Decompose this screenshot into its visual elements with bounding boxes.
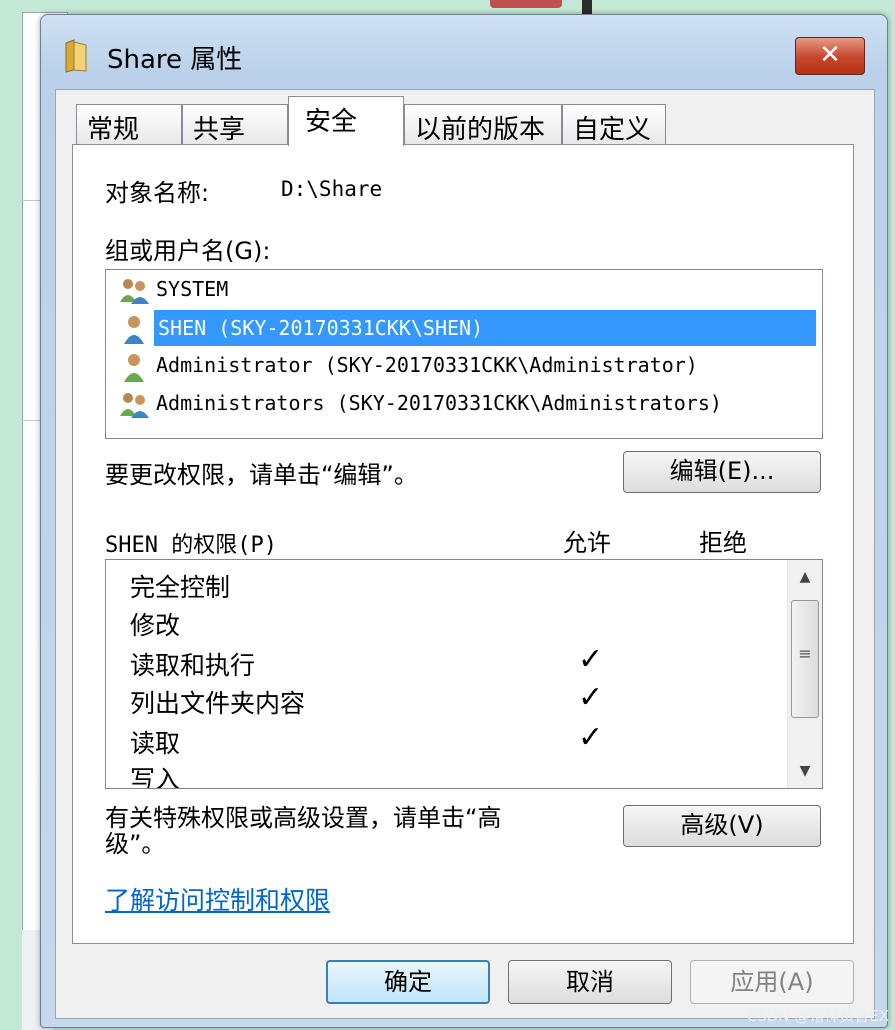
ok-button[interactable]: 确定 xyxy=(326,960,490,1004)
properties-dialog: Share 属性 ✕ 常规 共享 安全 以前的版本 自定义 对象名称: D:\S… xyxy=(40,14,888,1028)
background-scrollbar xyxy=(582,0,592,14)
object-name-value: D:\Share xyxy=(281,177,383,201)
users-listbox[interactable]: SYSTEM SHEN (SKY-20170331CKK\SHEN) Admin… xyxy=(105,269,823,439)
user-row-administrator[interactable]: Administrator (SKY-20170331CKK\Administr… xyxy=(114,348,816,384)
permission-modify: 修改 xyxy=(130,611,181,640)
folder-icon xyxy=(65,39,87,73)
permission-list-folder: 列出文件夹内容 xyxy=(130,689,306,718)
permission-read: 读取 xyxy=(130,729,181,758)
permissions-scrollbar[interactable]: ▲ ≡ ▼ xyxy=(787,560,822,788)
dialog-client-area: 常规 共享 安全 以前的版本 自定义 对象名称: D:\Share 组或用户名(… xyxy=(55,89,875,1019)
scroll-thumb[interactable]: ≡ xyxy=(791,600,819,718)
allow-check-read: ✓ xyxy=(578,720,604,755)
advanced-hint: 有关特殊权限或高级设置，请单击“高 级”。 xyxy=(105,805,501,857)
permissions-header: SHEN 的权限(P) xyxy=(105,533,277,558)
watermark: CSDN @诸神黄昏EX xyxy=(746,1007,889,1025)
user-row-system[interactable]: SYSTEM xyxy=(114,272,816,308)
scroll-down-arrow-icon[interactable]: ▼ xyxy=(788,754,822,788)
allow-check-list-folder: ✓ xyxy=(578,680,604,715)
title-bar[interactable]: Share 属性 ✕ xyxy=(41,15,887,89)
user-row-label: Administrators (SKY-20170331CKK\Administ… xyxy=(156,391,722,415)
permission-write: 写入 xyxy=(130,765,181,789)
security-tab-panel: 对象名称: D:\Share 组或用户名(G): SYSTEM SHEN (SK… xyxy=(72,144,854,944)
user-icon xyxy=(124,354,144,382)
user-row-administrators[interactable]: Administrators (SKY-20170331CKK\Administ… xyxy=(114,386,816,422)
help-link[interactable]: 了解访问控制和权限 xyxy=(105,881,330,917)
window-title: Share 属性 xyxy=(107,45,243,75)
tab-customize[interactable]: 自定义 xyxy=(562,104,666,145)
user-row-label: SYSTEM xyxy=(156,277,229,301)
edit-button[interactable]: 编辑(E)... xyxy=(623,451,821,493)
groups-label: 组或用户名(G): xyxy=(105,237,271,265)
scroll-up-arrow-icon[interactable]: ▲ xyxy=(788,560,822,594)
advanced-hint-line1: 有关特殊权限或高级设置，请单击“高 xyxy=(105,804,502,832)
cancel-button[interactable]: 取消 xyxy=(508,960,672,1004)
tab-previous-versions[interactable]: 以前的版本 xyxy=(404,104,562,145)
advanced-button[interactable]: 高级(V) xyxy=(623,805,821,847)
group-users-icon xyxy=(120,393,149,418)
object-name-label: 对象名称: xyxy=(105,179,210,207)
deny-column-header: 拒绝 xyxy=(699,529,747,557)
user-row-shen[interactable]: SHEN (SKY-20170331CKK\SHEN) xyxy=(114,310,816,346)
allow-column-header: 允许 xyxy=(563,529,611,557)
permission-read-execute: 读取和执行 xyxy=(130,651,256,680)
tab-sharing[interactable]: 共享 xyxy=(182,104,288,145)
group-users-icon xyxy=(120,279,149,304)
background-close-button xyxy=(490,0,562,8)
apply-button[interactable]: 应用(A) xyxy=(690,960,854,1004)
user-row-label: SHEN (SKY-20170331CKK\SHEN) xyxy=(154,310,816,346)
tab-general[interactable]: 常规 xyxy=(76,104,182,145)
tab-security[interactable]: 安全 xyxy=(288,96,404,146)
allow-check-read-execute: ✓ xyxy=(578,642,604,677)
close-button[interactable]: ✕ xyxy=(795,37,865,75)
permission-full-control: 完全控制 xyxy=(130,573,231,602)
edit-hint: 要更改权限，请单击“编辑”。 xyxy=(105,461,418,489)
user-icon xyxy=(124,316,144,344)
advanced-hint-line2: 级”。 xyxy=(105,830,166,858)
close-icon: ✕ xyxy=(819,40,841,70)
user-row-label: Administrator (SKY-20170331CKK\Administr… xyxy=(156,353,698,377)
scroll-grip-icon: ≡ xyxy=(798,644,812,663)
permissions-list[interactable]: 完全控制 修改 读取和执行 ✓ 列出文件夹内容 ✓ 读取 ✓ 写入 ▲ ≡ ▼ xyxy=(105,559,823,789)
